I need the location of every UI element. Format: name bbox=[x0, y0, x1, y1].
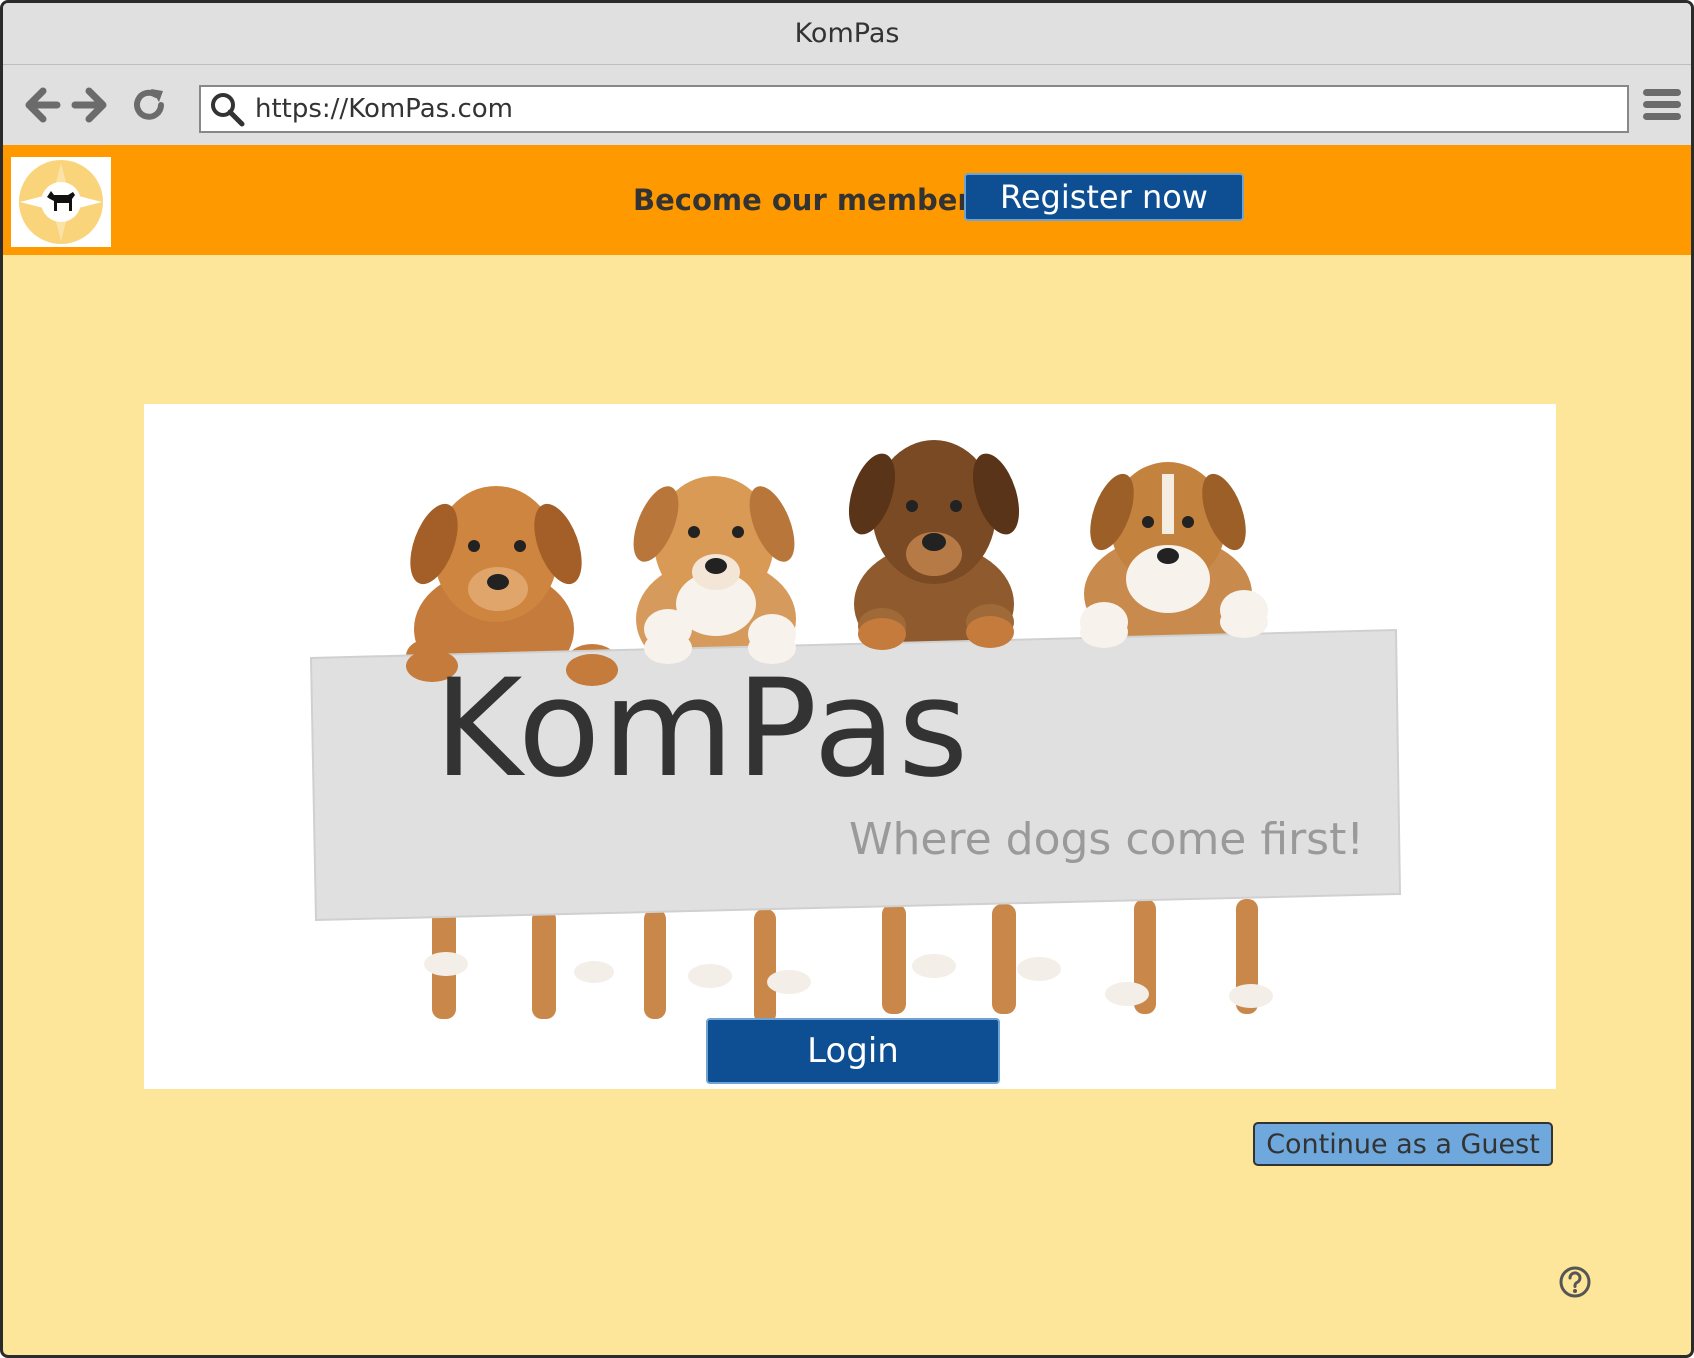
hero-panel: KomPas Where dogs come first! Login bbox=[144, 404, 1556, 1089]
continue-as-guest-button[interactable]: Continue as a Guest bbox=[1253, 1122, 1553, 1166]
help-circle-icon bbox=[1559, 1266, 1591, 1298]
register-button[interactable]: Register now bbox=[964, 173, 1244, 221]
promo-text: Become our member! bbox=[633, 183, 985, 217]
search-icon bbox=[211, 93, 245, 127]
membership-banner: Become our member! Register now bbox=[3, 145, 1691, 255]
arrow-left-icon bbox=[25, 87, 61, 123]
help-button[interactable] bbox=[1558, 1265, 1592, 1299]
login-button[interactable]: Login bbox=[706, 1018, 1000, 1084]
address-bar[interactable] bbox=[199, 85, 1629, 133]
browser-toolbar bbox=[3, 65, 1691, 145]
hero-tagline: Where dogs come first! bbox=[849, 814, 1364, 865]
browser-menu-button[interactable] bbox=[1643, 89, 1681, 125]
reload-icon bbox=[134, 89, 164, 120]
forward-button[interactable] bbox=[71, 85, 111, 125]
menu-line bbox=[1643, 113, 1681, 120]
back-button[interactable] bbox=[21, 85, 61, 125]
browser-window: KomPas https://KomPas.com Become our mem… bbox=[0, 0, 1694, 1358]
hero-title: KomPas bbox=[434, 650, 971, 807]
dog-compass-logo bbox=[19, 160, 103, 244]
arrow-right-icon bbox=[71, 87, 107, 123]
menu-line bbox=[1643, 89, 1681, 96]
site-logo[interactable] bbox=[11, 157, 111, 247]
window-title: KomPas bbox=[3, 3, 1691, 65]
menu-line bbox=[1643, 101, 1681, 108]
reload-button[interactable] bbox=[129, 85, 169, 125]
url-input[interactable] bbox=[253, 93, 1557, 125]
